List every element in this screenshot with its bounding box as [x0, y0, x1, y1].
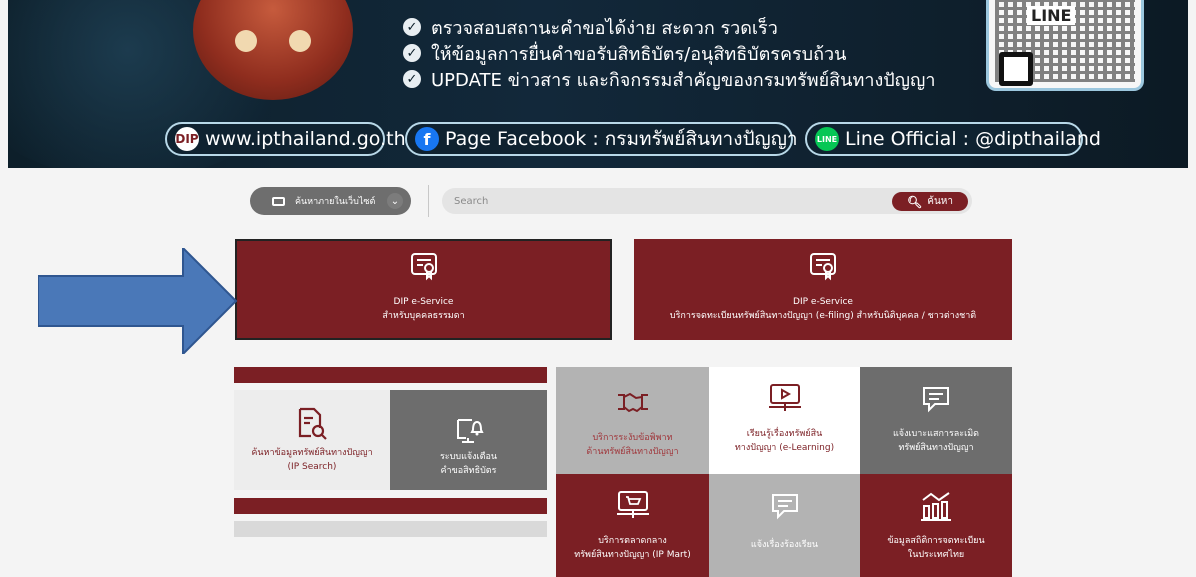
dispute-tile[interactable]: บริการระงับข้อพิพาท ด้านทรัพย์สินทางปัญญ… — [556, 367, 709, 474]
statistics-line2: ในประเทศไทย — [907, 550, 965, 560]
mascot-eye — [289, 30, 311, 52]
website-link-text: www.ipthailand.go.th — [205, 128, 406, 150]
search-scope-label: ค้นหาภายในเว็บไซต์ — [295, 197, 376, 207]
elearning-monitor-icon — [768, 384, 801, 411]
handshake-icon — [617, 392, 648, 413]
mascot-eye — [235, 30, 257, 52]
line-icon: LINE — [815, 127, 839, 151]
eservice-person-subtitle: สำหรับบุคคลธรรมดา — [382, 311, 465, 321]
ip-mart-line2: ทรัพย์สินทางปัญญา (IP Mart) — [574, 550, 691, 560]
eservice-person-tile[interactable]: DIP e-Service สำหรับบุคคลธรรมดา — [235, 239, 612, 340]
top-banner: ✓ ตรวจสอบสถานะคำขอได้ง่าย สะดวก รวดเร็ว … — [8, 0, 1188, 168]
ip-search-line1: ค้นหาข้อมูลทรัพย์สินทางปัญญา — [251, 448, 373, 458]
check-icon: ✓ — [403, 70, 421, 88]
certificate-icon — [810, 253, 836, 281]
statistics-line1: ข้อมูลสถิติการจดทะเบียน — [887, 536, 985, 546]
dispute-line2: ด้านทรัพย์สินทางปัญญา — [586, 447, 679, 457]
complaint-line1: แจ้งเรื่องร้องเรียน — [750, 540, 819, 550]
search-button-label: ค้นหา — [927, 196, 953, 207]
banner-bullet: ✓ ตรวจสอบสถานะคำขอได้ง่าย สะดวก รวดเร็ว — [403, 14, 935, 40]
ip-search-tile[interactable]: ค้นหาข้อมูลทรัพย์สินทางปัญญา (IP Search) — [234, 390, 390, 490]
chat-bubble-icon — [923, 387, 949, 413]
complaint-tile[interactable]: แจ้งเรื่องร้องเรียน — [709, 474, 860, 577]
chat-bubble-icon — [771, 494, 798, 520]
report-piracy-line2: ทรัพย์สินทางปัญญา — [898, 443, 974, 453]
qr-label: LINE — [1027, 6, 1076, 25]
report-piracy-tile[interactable]: แจ้งเบาะแสการละเมิด ทรัพย์สินทางปัญญา — [860, 367, 1012, 474]
qr-corner — [999, 52, 1033, 86]
cart-monitor-icon — [616, 491, 649, 518]
notify-line2: คำขอสิทธิบัตร — [440, 466, 497, 476]
ip-mart-line1: บริการตลาดกลาง — [598, 536, 667, 546]
facebook-link[interactable]: f Page Facebook : กรมทรัพย์สินทางปัญญา — [405, 122, 798, 156]
ip-mart-tile[interactable]: บริการตลาดกลาง ทรัพย์สินทางปัญญา (IP Mar… — [556, 474, 709, 577]
facebook-link-text: Page Facebook : กรมทรัพย์สินทางปัญญา — [445, 128, 798, 150]
banner-bullet: ✓ ให้ข้อมูลการยื่นคำขอรับสิทธิบัตร/อนุสิ… — [403, 40, 935, 66]
search-divider — [428, 185, 429, 217]
monitor-icon — [272, 196, 285, 206]
eservice-person-title: DIP e-Service — [393, 297, 454, 307]
check-icon: ✓ — [403, 44, 421, 62]
bullet-text: UPDATE ข่าวสาร และกิจกรรมสำคัญของกรมทรัพ… — [431, 69, 936, 91]
notify-line1: ระบบแจ้งเตือน — [439, 452, 498, 462]
certificate-icon — [410, 253, 437, 281]
search-icon: 🔍︎ — [907, 194, 923, 209]
notify-tile[interactable]: ระบบแจ้งเตือน คำขอสิทธิบัตร — [390, 390, 547, 490]
line-link[interactable]: LINE Line Official : @dipthailand — [805, 122, 1101, 156]
eservice-corp-title: DIP e-Service — [793, 297, 853, 307]
bar-chart-icon — [921, 492, 951, 521]
chevron-down-icon: ⌄ — [387, 193, 403, 209]
dip-logo-icon: DIP — [175, 127, 199, 151]
website-link[interactable]: DIP www.ipthailand.go.th — [165, 122, 406, 156]
report-piracy-line1: แจ้งเบาะแสการละเมิด — [893, 429, 979, 439]
dispute-line1: บริการระงับข้อพิพาท — [592, 433, 673, 443]
certificate-bell-icon — [456, 419, 484, 443]
elearning-tile[interactable]: เรียนรู้เรื่องทรัพย์สิน ทางปัญญา (e-Lear… — [709, 367, 860, 474]
pointer-arrow-icon — [38, 248, 238, 354]
bullet-text: ให้ข้อมูลการยื่นคำขอรับสิทธิบัตร/อนุสิทธ… — [431, 43, 847, 65]
ip-search-line2: (IP Search) — [287, 462, 337, 472]
line-link-text: Line Official : @dipthailand — [845, 128, 1101, 150]
elearning-line1: เรียนรู้เรื่องทรัพย์สิน — [746, 429, 823, 439]
decor-bar-gray — [234, 521, 547, 537]
banner-bullet: ✓ UPDATE ข่าวสาร และกิจกรรมสำคัญของกรมทร… — [403, 66, 935, 92]
line-qr-code: LINE — [986, 0, 1144, 91]
decor-bar-bottom — [234, 498, 547, 514]
search-scope-dropdown[interactable]: ค้นหาภายในเว็บไซต์ ⌄ — [250, 187, 411, 215]
facebook-icon: f — [415, 127, 439, 151]
document-search-icon — [298, 407, 327, 440]
search-button[interactable]: 🔍︎ ค้นหา — [892, 192, 968, 211]
decor-bar-top — [234, 367, 547, 383]
eservice-corp-subtitle: บริการจดทะเบียนทรัพย์สินทางปัญญา (e-fili… — [669, 311, 977, 321]
eservice-corp-tile[interactable]: DIP e-Service บริการจดทะเบียนทรัพย์สินทา… — [634, 239, 1012, 340]
bullet-text: ตรวจสอบสถานะคำขอได้ง่าย สะดวก รวดเร็ว — [431, 17, 778, 39]
elearning-line2: ทางปัญญา (e-Learning) — [734, 443, 835, 453]
check-icon: ✓ — [403, 18, 421, 36]
banner-bullet-list: ✓ ตรวจสอบสถานะคำขอได้ง่าย สะดวก รวดเร็ว … — [403, 0, 935, 92]
statistics-tile[interactable]: ข้อมูลสถิติการจดทะเบียน ในประเทศไทย — [860, 474, 1012, 577]
